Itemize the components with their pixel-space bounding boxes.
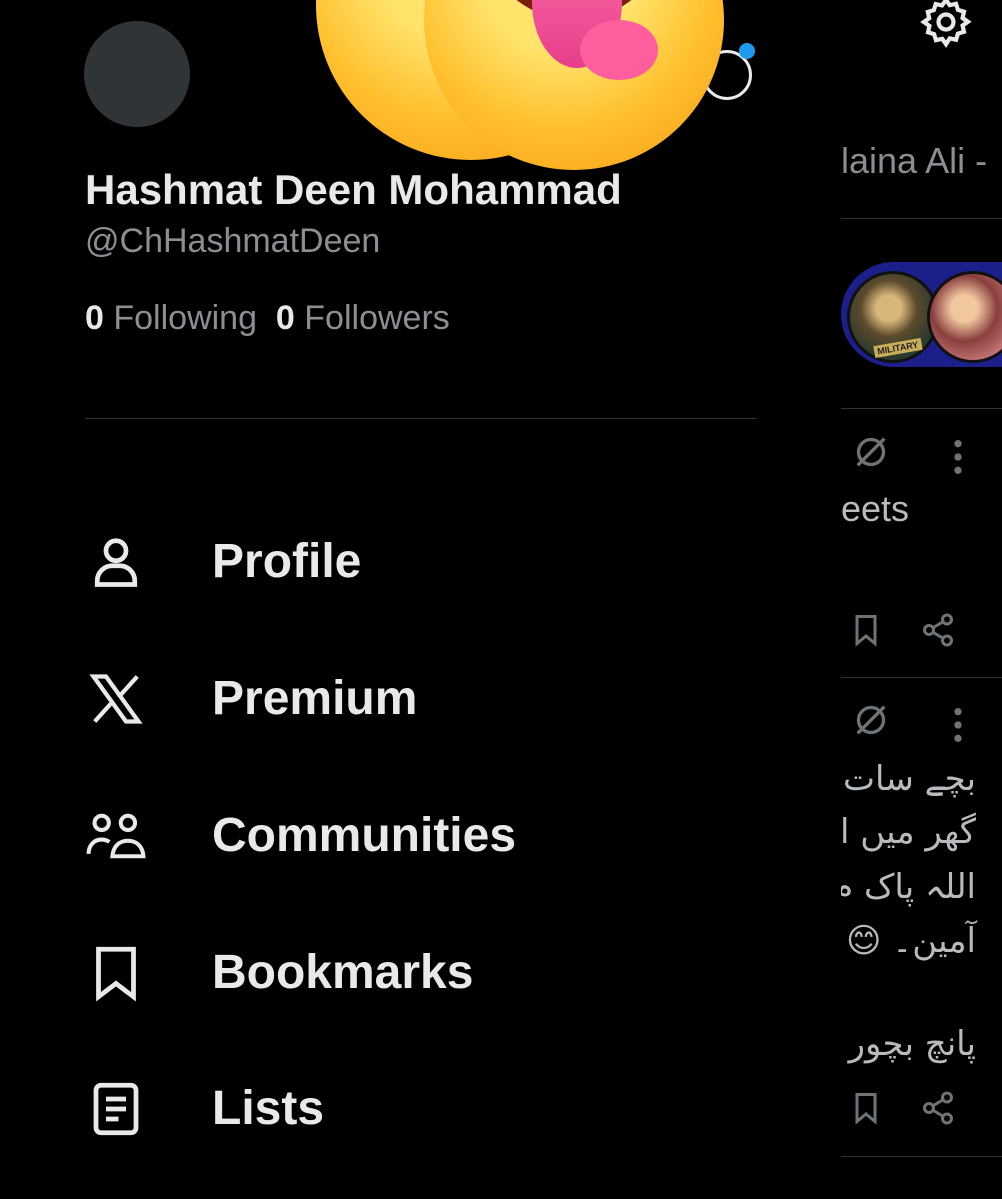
feed-divider	[841, 218, 1002, 219]
x-logo-icon	[89, 674, 143, 724]
bookmark-icon[interactable]	[848, 610, 884, 650]
feed-post-line: اللہ پاک م	[832, 867, 976, 907]
feed-post-line: آمین۔ 😊	[846, 921, 976, 961]
follow-stats: 0 Following 0 Followers	[85, 299, 450, 338]
notification-dot	[739, 43, 755, 59]
bookmark-icon	[96, 946, 136, 1002]
nav-item-bookmarks[interactable]: Bookmarks	[85, 933, 765, 1013]
following-count: 0	[85, 299, 104, 337]
nav-item-lists[interactable]: Lists	[85, 1069, 765, 1149]
nav-item-premium[interactable]: Premium	[85, 659, 765, 739]
nav-item-profile[interactable]: Profile	[85, 522, 765, 602]
share-icon[interactable]	[920, 610, 956, 650]
display-name: Hashmat Deen Mohammad	[85, 166, 622, 213]
followers-count: 0	[275, 299, 295, 337]
followers-label: Followers	[304, 299, 450, 337]
feed-post-line: بچے سات	[843, 759, 976, 799]
feed-post-line: گھر میں ا	[839, 812, 976, 852]
nav-item-label: Bookmarks	[212, 946, 474, 999]
list-icon	[93, 1082, 139, 1136]
grok-icon[interactable]	[851, 700, 891, 740]
avatar[interactable]	[84, 21, 190, 127]
nav-item-label: Communities	[212, 809, 517, 862]
people-icon	[86, 813, 146, 859]
feed-post-line: پانچ بچور	[848, 1024, 976, 1064]
settings-gear-icon[interactable]	[918, 0, 974, 50]
drawer-divider	[85, 418, 757, 419]
nav-item-label: Lists	[212, 1082, 325, 1135]
more-options-icon[interactable]	[951, 437, 965, 477]
feed-post-text: eets	[841, 488, 910, 529]
feed-account-name[interactable]: laina Ali -	[841, 140, 987, 182]
more-options-icon[interactable]	[951, 705, 965, 745]
feed-divider	[841, 1156, 1002, 1157]
bookmark-icon[interactable]	[848, 1088, 884, 1128]
stories-bar[interactable]: MILITARY	[841, 262, 1002, 367]
feed-divider	[841, 677, 1002, 678]
story-avatar[interactable]: MILITARY	[847, 271, 939, 363]
person-icon	[94, 538, 138, 587]
nav-item-communities[interactable]: Communities	[85, 796, 765, 876]
nav-item-label: Premium	[212, 672, 418, 725]
following-label: Following	[113, 299, 257, 337]
story-avatar[interactable]	[927, 271, 1002, 363]
username-handle: @ChHashmatDeen	[85, 222, 381, 260]
nav-item-label: Profile	[212, 535, 362, 588]
share-icon[interactable]	[920, 1088, 956, 1128]
grok-icon[interactable]	[851, 432, 891, 472]
feed-divider	[841, 408, 1002, 409]
navigation-drawer: Hashmat Deen Mohammad @ChHashmatDeen 0 F…	[0, 0, 841, 1199]
followers-link[interactable]: 0 Followers	[276, 299, 450, 337]
following-link[interactable]: 0 Following	[85, 299, 257, 337]
